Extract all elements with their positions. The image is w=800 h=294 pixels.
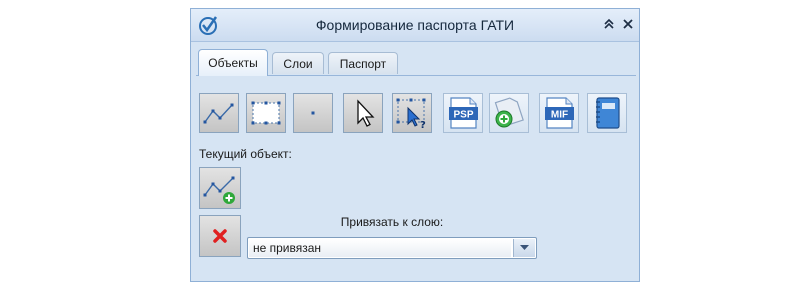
pointer-icon: [357, 99, 375, 127]
chevron-down-icon: [520, 245, 529, 250]
tab-passport[interactable]: Паспорт: [328, 52, 398, 74]
delete-icon: [213, 229, 227, 243]
mif-file-label: MIF: [551, 110, 568, 121]
select-query-icon: ?: [396, 98, 426, 131]
point-icon: [311, 111, 315, 115]
mif-file-icon: MIF: [545, 97, 574, 129]
delete-object-button[interactable]: [199, 215, 241, 257]
window-title: Формирование паспорта ГАТИ: [315, 17, 515, 33]
title-bar[interactable]: Формирование паспорта ГАТИ: [191, 9, 639, 42]
notebook-icon: [596, 97, 620, 129]
rectangle-icon: [251, 101, 281, 125]
layer-select-dropdown-button[interactable]: [513, 239, 535, 257]
bind-to-layer-label: Привязать к слою:: [340, 215, 444, 229]
layer-select[interactable]: не привязан: [247, 237, 537, 259]
add-document-icon: [494, 97, 524, 128]
add-document-button[interactable]: [489, 93, 529, 133]
tab-objects[interactable]: Объекты: [198, 49, 268, 76]
polyline-add-icon: [203, 176, 235, 204]
point-tool-button[interactable]: [293, 93, 333, 133]
layer-select-value[interactable]: не привязан: [249, 239, 511, 257]
collapse-icon[interactable]: [602, 17, 616, 31]
polyline-tool-button[interactable]: [199, 93, 239, 133]
psp-export-button[interactable]: PSP: [443, 93, 483, 133]
add-polyline-button[interactable]: [199, 167, 241, 209]
rectangle-tool-button[interactable]: [246, 93, 286, 133]
passport-window: Формирование паспорта ГАТИ Объекты Слои …: [190, 8, 640, 282]
tab-layers[interactable]: Слои: [272, 52, 324, 74]
svg-text:?: ?: [420, 120, 426, 131]
tab-bar: Объекты Слои Паспорт: [196, 49, 636, 76]
psp-file-icon: PSP: [449, 97, 478, 129]
pointer-tool-button[interactable]: [343, 93, 383, 133]
close-icon[interactable]: [621, 17, 635, 31]
notebook-button[interactable]: [587, 93, 627, 133]
mif-export-button[interactable]: MIF: [539, 93, 579, 133]
select-query-tool-button[interactable]: ?: [392, 93, 432, 133]
polyline-icon: [203, 103, 234, 124]
psp-file-label: PSP: [453, 110, 473, 121]
current-object-label: Текущий объект:: [199, 147, 292, 161]
